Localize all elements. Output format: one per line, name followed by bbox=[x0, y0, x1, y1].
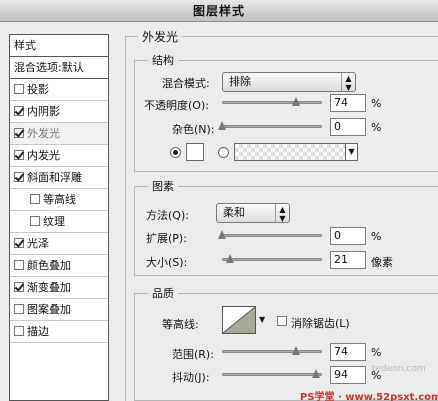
jitter-input[interactable]: 94 bbox=[330, 366, 366, 384]
antialias-checkbox[interactable] bbox=[277, 316, 287, 326]
solid-color-radio[interactable] bbox=[170, 147, 181, 158]
style-checkbox[interactable] bbox=[30, 216, 40, 226]
sidebar-item-label: 图案叠加 bbox=[27, 303, 71, 316]
noise-label: 杂色(N): bbox=[172, 123, 215, 136]
sidebar-item-label: 外发光 bbox=[27, 127, 60, 140]
style-checkbox[interactable] bbox=[14, 106, 24, 116]
watermark-site: tedeon.com bbox=[372, 364, 426, 374]
jitter-slider-thumb[interactable] bbox=[312, 369, 320, 378]
style-checkbox[interactable] bbox=[14, 326, 24, 336]
style-checkbox[interactable] bbox=[30, 194, 40, 204]
sidebar-item[interactable]: 描边 bbox=[10, 321, 108, 343]
size-unit: 像素 bbox=[371, 256, 393, 269]
antialias-label: 消除锯齿(L) bbox=[291, 317, 350, 330]
noise-unit: % bbox=[371, 121, 382, 134]
technique-select[interactable]: 柔和 ▲ ▼ bbox=[216, 203, 290, 223]
spread-slider[interactable] bbox=[218, 230, 322, 241]
sidebar-item-label: 投影 bbox=[27, 83, 49, 96]
style-checkbox[interactable] bbox=[14, 128, 24, 138]
range-label: 范围(R): bbox=[172, 348, 214, 361]
sidebar-item-label: 渐变叠加 bbox=[27, 281, 71, 294]
blend-options-item[interactable]: 混合选项:默认 bbox=[10, 57, 108, 79]
sidebar-item[interactable]: 斜面和浮雕 bbox=[10, 167, 108, 189]
sidebar-item[interactable]: 颜色叠加 bbox=[10, 255, 108, 277]
contour-label: 等高线: bbox=[162, 318, 199, 331]
range-slider-thumb[interactable] bbox=[292, 346, 300, 355]
range-input[interactable]: 74 bbox=[330, 343, 366, 361]
window-title: 图层样式 bbox=[0, 0, 438, 22]
size-label: 大小(S): bbox=[146, 256, 188, 269]
blend-mode-label: 混合模式: bbox=[162, 77, 210, 90]
sidebar-item[interactable]: 投影 bbox=[10, 79, 108, 101]
noise-slider[interactable] bbox=[218, 121, 322, 132]
sidebar-item[interactable]: 等高线 bbox=[10, 189, 108, 211]
styles-list: 样式 混合选项:默认 投影内阴影外发光内发光斜面和浮雕等高线纹理光泽颜色叠加渐变… bbox=[9, 34, 109, 401]
range-slider[interactable] bbox=[222, 346, 322, 357]
noise-slider-thumb[interactable] bbox=[218, 121, 226, 130]
style-checkbox[interactable] bbox=[14, 304, 24, 314]
contour-curve-icon bbox=[222, 306, 256, 334]
structure-title: 结构 bbox=[148, 52, 178, 68]
spread-label: 扩展(P): bbox=[146, 232, 187, 245]
quality-title: 品质 bbox=[148, 285, 178, 301]
outer-glow-title: 外发光 bbox=[138, 28, 183, 45]
size-slider-thumb[interactable] bbox=[226, 254, 234, 263]
opacity-unit: % bbox=[371, 97, 382, 110]
opacity-slider-thumb[interactable] bbox=[292, 97, 300, 106]
range-unit: % bbox=[371, 346, 382, 359]
updown-arrow-icon: ▲ ▼ bbox=[341, 73, 355, 92]
gradient-dropdown-icon[interactable]: ▼ bbox=[346, 143, 358, 161]
sidebar-item-label: 纹理 bbox=[43, 215, 65, 228]
technique-label: 方法(Q): bbox=[146, 209, 189, 222]
elements-title: 图素 bbox=[148, 178, 178, 194]
sidebar-item[interactable]: 渐变叠加 bbox=[10, 277, 108, 299]
style-checkbox[interactable] bbox=[14, 260, 24, 270]
blend-mode-value: 排除 bbox=[229, 75, 251, 88]
size-slider[interactable] bbox=[222, 254, 322, 265]
sidebar-item[interactable]: 纹理 bbox=[10, 211, 108, 233]
contour-dropdown-icon[interactable]: ▼ bbox=[259, 315, 265, 324]
spread-slider-thumb[interactable] bbox=[218, 230, 226, 239]
watermark-psxt: PS学堂 · www.52psxt.com bbox=[300, 392, 438, 401]
spread-input[interactable]: 0 bbox=[330, 227, 366, 245]
sidebar-item[interactable]: 内阴影 bbox=[10, 101, 108, 123]
styles-header[interactable]: 样式 bbox=[10, 35, 108, 57]
updown-arrow-icon: ▲ ▼ bbox=[275, 204, 289, 223]
style-checkbox[interactable] bbox=[14, 150, 24, 160]
gradient-radio[interactable] bbox=[218, 147, 229, 158]
technique-value: 柔和 bbox=[223, 206, 245, 219]
style-checkbox[interactable] bbox=[14, 238, 24, 248]
sidebar-item-label: 光泽 bbox=[27, 237, 49, 250]
style-checkbox[interactable] bbox=[14, 84, 24, 94]
opacity-label: 不透明度(O): bbox=[144, 99, 209, 112]
sidebar-item-label: 内发光 bbox=[27, 149, 60, 162]
spread-unit: % bbox=[371, 230, 382, 243]
sidebar-item-label: 颜色叠加 bbox=[27, 259, 71, 272]
sidebar-item[interactable]: 光泽 bbox=[10, 233, 108, 255]
sidebar-item-label: 内阴影 bbox=[27, 105, 60, 118]
style-checkbox[interactable] bbox=[14, 172, 24, 182]
opacity-input[interactable]: 74 bbox=[330, 94, 366, 112]
jitter-slider[interactable] bbox=[222, 369, 322, 380]
sidebar-item[interactable]: 图案叠加 bbox=[10, 299, 108, 321]
sidebar-item-label: 斜面和浮雕 bbox=[27, 171, 82, 184]
jitter-label: 抖动(J): bbox=[172, 371, 210, 384]
noise-input[interactable]: 0 bbox=[330, 118, 366, 136]
glow-gradient-picker[interactable] bbox=[234, 143, 346, 161]
opacity-slider[interactable] bbox=[222, 97, 322, 108]
sidebar-item-label: 等高线 bbox=[43, 193, 76, 206]
sidebar-item[interactable]: 外发光 bbox=[10, 123, 108, 145]
sidebar-item-label: 描边 bbox=[27, 325, 49, 338]
style-checkbox[interactable] bbox=[14, 282, 24, 292]
sidebar-item[interactable]: 内发光 bbox=[10, 145, 108, 167]
contour-picker[interactable] bbox=[222, 306, 256, 334]
blend-mode-select[interactable]: 排除 ▲ ▼ bbox=[222, 72, 356, 92]
glow-color-swatch[interactable] bbox=[186, 143, 204, 161]
size-input[interactable]: 21 bbox=[330, 251, 366, 269]
